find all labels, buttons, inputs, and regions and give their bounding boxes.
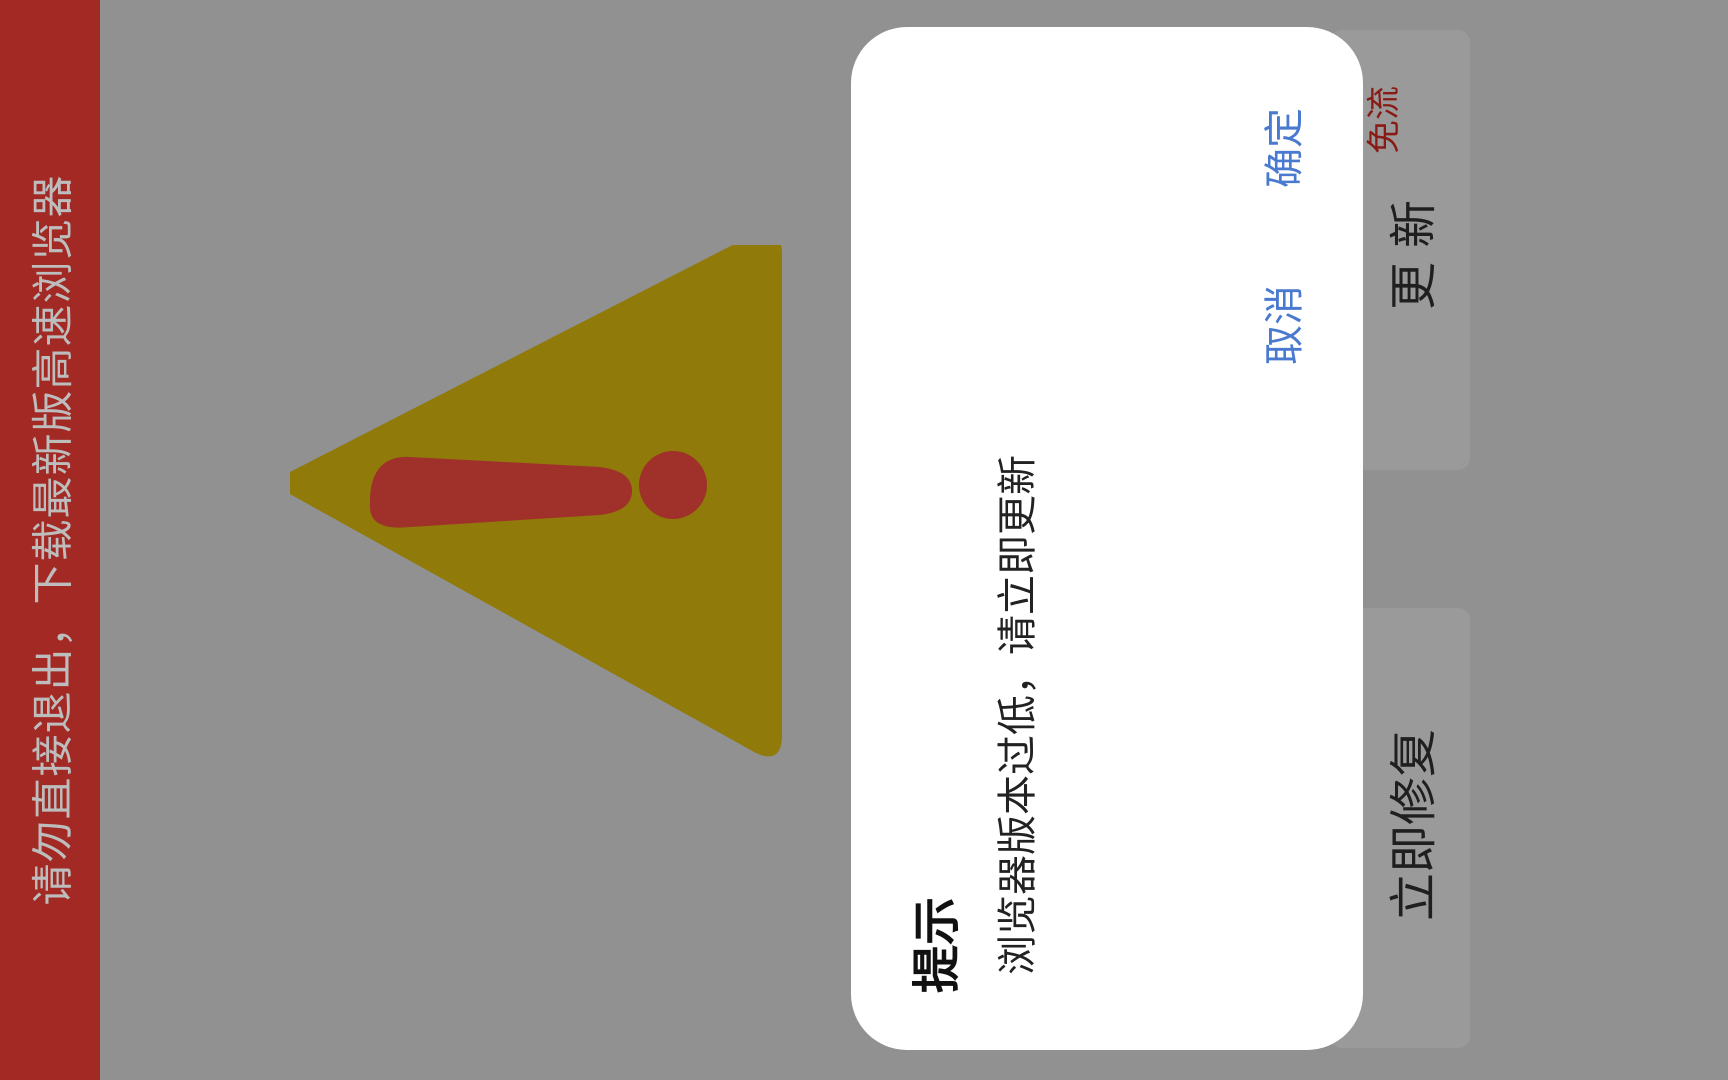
dialog-message: 浏览器版本过低，请立即更新 — [995, 455, 1041, 975]
warning-triangle-icon — [279, 230, 810, 835]
banner-text: 请勿直接退出，下载最新版高速浏览器 — [28, 174, 78, 906]
screen: 请勿直接退出，下载最新版高速浏览器 更新 免流 立即修复 提示 浏览器版本过低，… — [0, 0, 1728, 1080]
cancel-button[interactable]: 取消 — [1243, 258, 1319, 392]
update-button-label: 更新 — [1386, 185, 1442, 311]
cancel-button-label: 取消 — [1262, 285, 1308, 365]
download-banner[interactable]: 请勿直接退出，下载最新版高速浏览器 — [0, 0, 100, 1080]
confirm-button[interactable]: 确定 — [1243, 90, 1319, 206]
repair-now-button-label: 立即修复 — [1386, 728, 1442, 922]
dialog-title: 提示 — [909, 896, 965, 994]
free-data-badge: 免流 — [1364, 86, 1405, 154]
confirm-button-label: 确定 — [1262, 108, 1308, 188]
